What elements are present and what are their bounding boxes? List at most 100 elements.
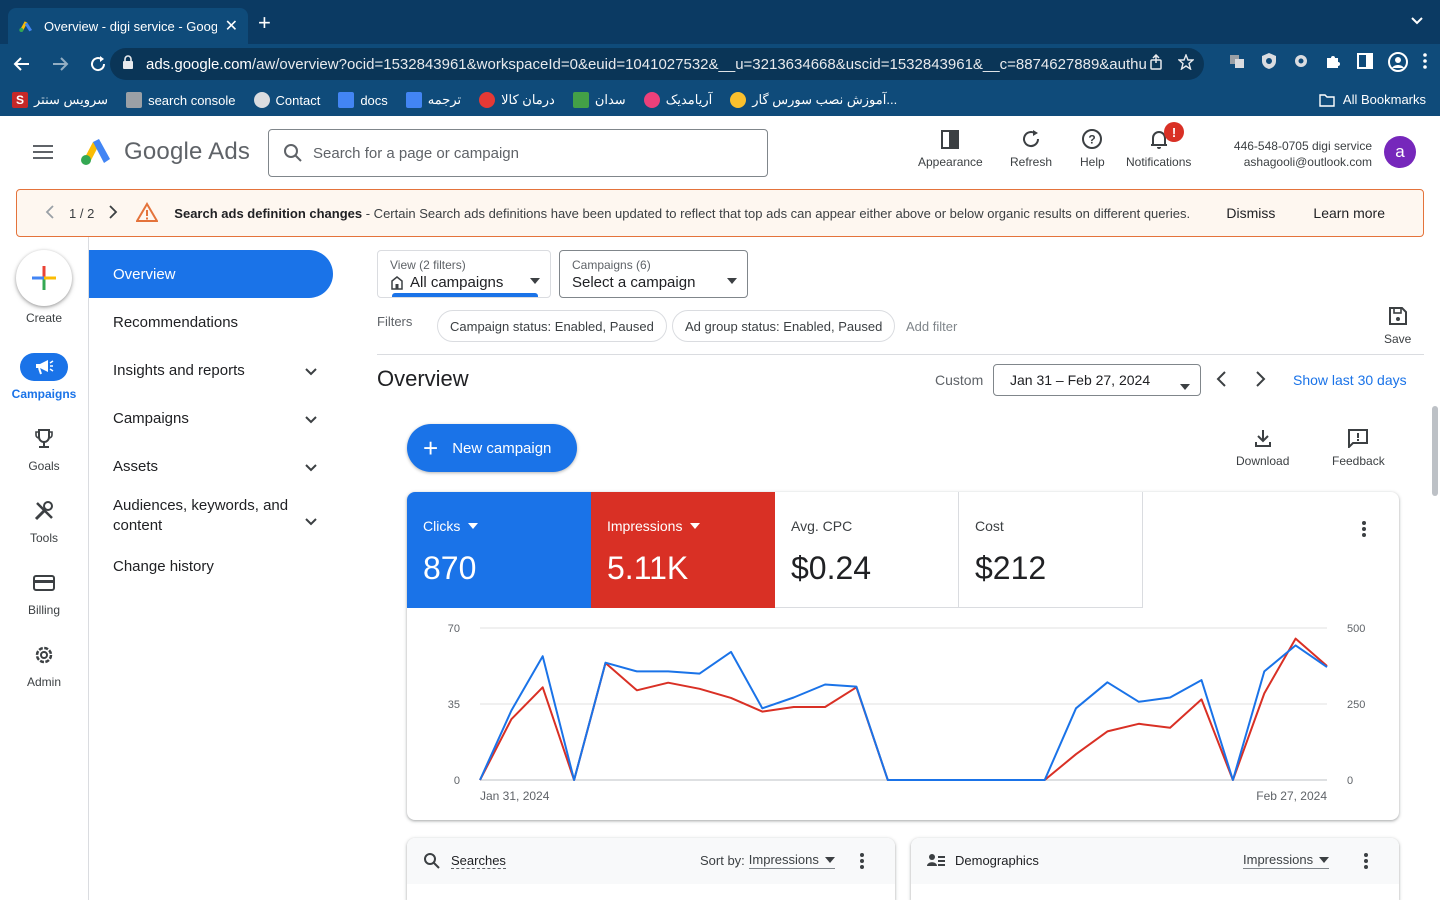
bookmark-star-icon[interactable] — [1177, 53, 1195, 74]
rail-goals[interactable]: Goals — [0, 425, 88, 473]
more-options-icon[interactable] — [859, 852, 865, 875]
searches-sort[interactable]: Sort by: Impressions — [700, 852, 835, 869]
bookmark-item[interactable]: Contact — [253, 92, 320, 108]
download-button[interactable]: Download — [1236, 428, 1289, 468]
searches-card: Searches Sort by: Impressions — [407, 838, 895, 900]
shield-extension-icon[interactable] — [1260, 52, 1278, 77]
tools-icon — [34, 501, 53, 521]
ad-group-status-filter-chip[interactable]: Ad group status: Enabled, Paused — [672, 310, 896, 342]
nav-change-history[interactable]: Change history — [89, 542, 339, 590]
tab-title: Overview - digi service - Goog — [44, 18, 217, 34]
bookmark-item[interactable]: docs — [338, 92, 388, 108]
share-icon[interactable] — [1148, 53, 1164, 74]
side-panel-icon[interactable] — [1356, 52, 1374, 77]
learn-more-button[interactable]: Learn more — [1313, 205, 1385, 221]
back-icon[interactable] — [6, 48, 38, 80]
help-button[interactable]: ? Help — [1080, 128, 1105, 169]
more-options-icon[interactable] — [1361, 520, 1367, 543]
browser-tab[interactable]: Overview - digi service - Goog ✕ — [8, 8, 248, 44]
heart-icon — [643, 92, 660, 108]
plus-icon: + — [423, 433, 439, 463]
save-button[interactable]: Save — [1384, 306, 1411, 346]
nav-overview[interactable]: Overview — [89, 250, 333, 298]
notifications-button[interactable]: ! Notifications — [1126, 122, 1191, 169]
main-menu-icon[interactable] — [32, 144, 54, 165]
refresh-button[interactable]: Refresh — [1010, 128, 1052, 169]
avatar[interactable]: a — [1384, 136, 1416, 168]
rail-admin[interactable]: Admin — [0, 641, 88, 689]
all-bookmarks[interactable]: All Bookmarks — [1319, 92, 1426, 107]
forward-icon[interactable] — [44, 48, 76, 80]
previous-period-icon[interactable] — [1215, 370, 1227, 393]
feedback-button[interactable]: Feedback — [1332, 428, 1385, 468]
appearance-button[interactable]: Appearance — [918, 128, 983, 169]
profile-icon[interactable] — [1388, 52, 1408, 77]
bookmark-item[interactable]: آموزش نصب سورس گار... — [730, 92, 897, 108]
bookmark-item[interactable]: search console — [126, 92, 236, 108]
view-filter-select[interactable]: View (2 filters) All campaigns — [377, 250, 551, 298]
tab-close-icon[interactable]: ✕ — [225, 16, 238, 36]
banner-title: Search ads definition changes — [174, 205, 363, 221]
create-button[interactable] — [16, 250, 72, 306]
searches-title[interactable]: Searches — [451, 853, 506, 869]
settings-extension-icon[interactable] — [1292, 52, 1310, 77]
nav-recommendations[interactable]: Recommendations — [89, 298, 339, 346]
rail-campaigns[interactable]: Campaigns — [0, 353, 88, 401]
metric-avg-cpc[interactable]: Avg. CPC $0.24 — [775, 492, 959, 608]
show-last-30-days-link[interactable]: Show last 30 days — [1293, 372, 1407, 388]
dropdown-caret-icon — [1319, 856, 1330, 863]
page-search-input[interactable]: Search for a page or campaign — [268, 129, 768, 177]
campaign-status-filter-chip[interactable]: Campaign status: Enabled, Paused — [437, 310, 667, 342]
leaf-icon — [572, 92, 589, 108]
dropdown-caret-icon — [530, 271, 540, 289]
demographics-sort[interactable]: Impressions — [1243, 852, 1330, 869]
account-info[interactable]: 446-548-0705 digi service ashagooli@outl… — [1222, 138, 1372, 170]
prev-notification-icon[interactable] — [45, 204, 55, 222]
add-filter-input[interactable]: Add filter — [906, 319, 957, 334]
translate-extension-icon[interactable] — [1228, 52, 1246, 77]
tab-search-chevron-icon[interactable] — [1410, 14, 1424, 33]
puzzle-extensions-icon[interactable] — [1324, 52, 1342, 77]
bookmark-item[interactable]: سدان — [572, 92, 626, 108]
nav-audiences-keywords-content[interactable]: Audiences, keywords, and content — [89, 490, 339, 542]
bookmark-item[interactable]: S سرویس سنتر — [12, 92, 108, 108]
new-tab-icon[interactable]: + — [258, 12, 271, 34]
account-email: ashagooli@outlook.com — [1243, 155, 1372, 169]
url-path: /aw/overview?ocid=1532843961&workspaceId… — [251, 55, 1148, 73]
address-bar[interactable]: ads.google.com/aw/overview?ocid=15328439… — [110, 48, 1204, 80]
date-range-picker[interactable]: Jan 31 – Feb 27, 2024 — [993, 364, 1201, 396]
new-campaign-button[interactable]: + New campaign — [407, 424, 577, 472]
filters-label: Filters — [377, 314, 413, 329]
site-info-icon[interactable] — [122, 55, 134, 73]
more-options-icon[interactable] — [1363, 852, 1369, 875]
gear-icon — [35, 646, 53, 664]
nav-campaigns[interactable]: Campaigns — [89, 394, 339, 442]
next-notification-icon[interactable] — [108, 204, 118, 222]
bookmark-item[interactable]: درمان کالا — [479, 92, 555, 108]
url-host: ads.google.com — [146, 55, 252, 73]
bookmark-item[interactable]: ترجمه — [405, 92, 461, 108]
ads-header: Google Ads Search for a page or campaign… — [0, 116, 1440, 190]
nav-insights-and-reports[interactable]: Insights and reports — [89, 346, 339, 394]
bookmark-item[interactable]: آریامدیک — [643, 92, 712, 108]
google-ads-logo[interactable]: Google Ads — [80, 138, 250, 166]
rail-tools[interactable]: Tools — [0, 497, 88, 545]
metric-name: Avg. CPC — [791, 518, 853, 534]
dismiss-button[interactable]: Dismiss — [1226, 205, 1275, 221]
page-scrollbar[interactable] — [1432, 406, 1438, 496]
rail-billing[interactable]: Billing — [0, 569, 88, 617]
metric-impressions[interactable]: Impressions 5.11K — [591, 492, 775, 608]
next-period-icon[interactable] — [1255, 370, 1267, 393]
view-value: All campaigns — [410, 274, 504, 291]
chevron-down-icon — [305, 459, 317, 476]
download-icon — [1254, 430, 1271, 447]
svg-text:?: ? — [1089, 133, 1096, 147]
refresh-icon — [1023, 130, 1040, 148]
campaign-select[interactable]: Campaigns (6) Select a campaign — [559, 250, 748, 298]
metric-cost[interactable]: Cost $212 — [959, 492, 1143, 608]
notification-badge: ! — [1164, 122, 1184, 142]
metric-value: $0.24 — [791, 550, 872, 586]
metric-clicks[interactable]: Clicks 870 — [407, 492, 591, 608]
nav-assets[interactable]: Assets — [89, 442, 339, 490]
browser-menu-icon[interactable] — [1422, 52, 1428, 77]
